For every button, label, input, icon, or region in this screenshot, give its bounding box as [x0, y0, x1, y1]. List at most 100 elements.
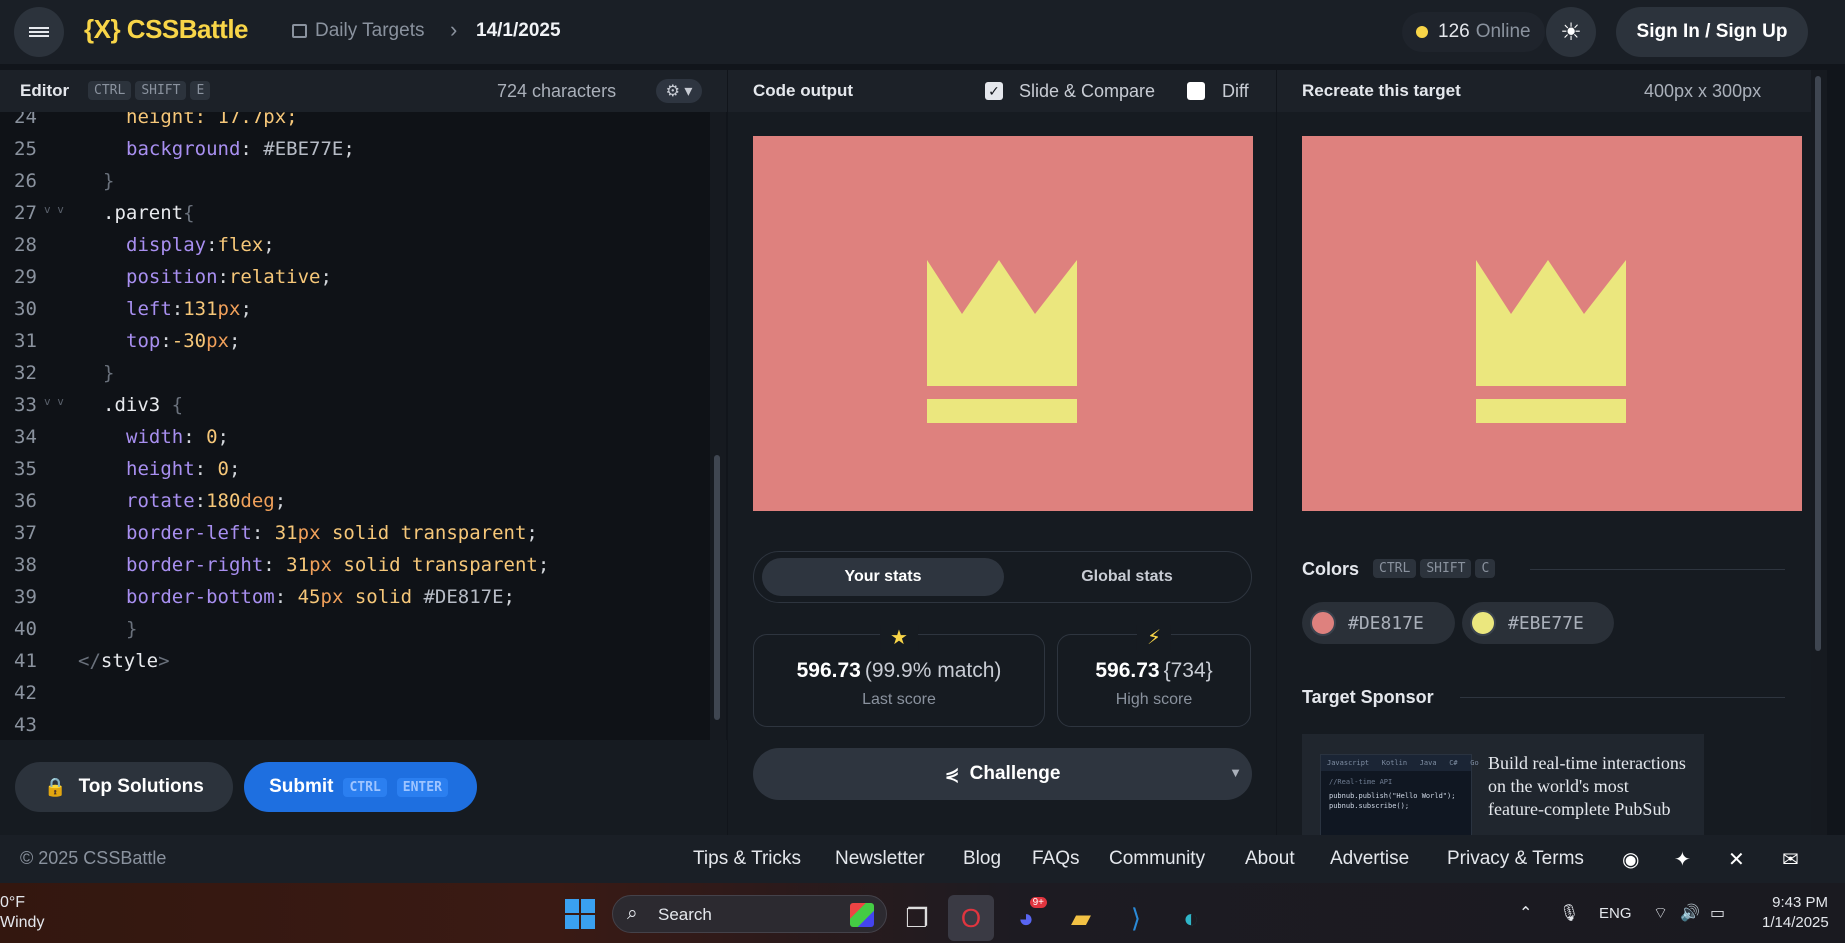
- sponsor-card[interactable]: Javascript Kotlin Java C# Go //Real-time…: [1302, 734, 1704, 835]
- gear-icon: ⚙ ▾: [665, 83, 693, 100]
- task-view-icon[interactable]: ❐: [894, 895, 940, 941]
- tab-your-stats[interactable]: Your stats: [762, 558, 1004, 596]
- code-line[interactable]: 29 position:relative;: [0, 261, 710, 293]
- output-canvas[interactable]: [753, 136, 1253, 511]
- slide-compare-label[interactable]: Slide & Compare: [1019, 81, 1155, 102]
- color-dot-icon: [1470, 610, 1496, 636]
- code-line[interactable]: 33 v v .div3 {: [0, 389, 710, 421]
- tab-global-stats[interactable]: Global stats: [1008, 558, 1246, 596]
- code-line[interactable]: 31 top:-30px;: [0, 325, 710, 357]
- footer-link-blog[interactable]: Blog: [963, 848, 1001, 870]
- battery-icon[interactable]: ▭: [1710, 903, 1725, 923]
- file-explorer-icon[interactable]: ▰: [1058, 895, 1104, 941]
- sponsor-tabs: Javascript Kotlin Java C# Go: [1321, 755, 1479, 771]
- breadcrumb-date: 14/1/2025: [476, 20, 561, 41]
- wifi-icon[interactable]: ⌔: [1653, 903, 1668, 923]
- code-line[interactable]: 39 border-bottom: 45px solid #DE817E;: [0, 581, 710, 613]
- code-text: rotate:180deg;: [126, 490, 287, 512]
- code-line[interactable]: 38 border-right: 31px solid transparent;: [0, 549, 710, 581]
- chevron-right-icon: ›: [450, 17, 458, 42]
- microphone-icon[interactable]: 🎙: [1559, 903, 1579, 923]
- line-number: 32: [14, 362, 37, 384]
- footer-link-advertise[interactable]: Advertise: [1330, 848, 1409, 870]
- editor-shortcut: CTRL SHIFT E: [88, 81, 214, 100]
- edge-icon[interactable]: ◐: [1168, 895, 1214, 941]
- fold-icon[interactable]: v v: [44, 395, 64, 408]
- code-line[interactable]: 43: [0, 709, 710, 740]
- code-line[interactable]: 42: [0, 677, 710, 709]
- code-line[interactable]: 34 width: 0;: [0, 421, 710, 453]
- x-icon[interactable]: ✕: [1728, 847, 1745, 872]
- breadcrumb-daily-targets[interactable]: Daily Targets: [315, 20, 424, 42]
- code-line[interactable]: 36 rotate:180deg;: [0, 485, 710, 517]
- windows-start-icon[interactable]: [565, 899, 595, 929]
- footer-link-about[interactable]: About: [1245, 848, 1295, 870]
- chevron-up-icon[interactable]: ⌃: [1519, 903, 1532, 923]
- editor-settings-button[interactable]: ⚙ ▾: [656, 79, 702, 103]
- code-line[interactable]: 35 height: 0;: [0, 453, 710, 485]
- colors-shortcut: CTRL SHIFT C: [1373, 559, 1499, 578]
- challenge-label: Challenge: [969, 763, 1061, 784]
- code-line[interactable]: 30 left:131px;: [0, 293, 710, 325]
- color-swatch-red[interactable]: #DE817E: [1302, 602, 1455, 644]
- code-text: .parent{: [103, 202, 195, 224]
- weather-widget[interactable]: 0°F Windy: [0, 893, 44, 933]
- system-clock[interactable]: 9:43 PM 1/14/2025: [1762, 893, 1829, 933]
- menu-button[interactable]: [14, 7, 64, 57]
- share-icon: ⋞: [944, 763, 960, 784]
- line-number: 31: [14, 330, 37, 352]
- bluesky-icon[interactable]: ✦: [1674, 847, 1691, 872]
- discord-icon[interactable]: ◉: [1622, 847, 1639, 872]
- color-swatch-yellow[interactable]: #EBE77E: [1462, 602, 1614, 644]
- code-line[interactable]: 28 display:flex;: [0, 229, 710, 261]
- taskbar-search[interactable]: ⌕ Search: [612, 895, 887, 933]
- diff-label[interactable]: Diff: [1222, 81, 1249, 102]
- code-line[interactable]: 40}: [0, 613, 710, 645]
- fold-icon[interactable]: v v: [44, 203, 64, 216]
- code-line[interactable]: 26}: [0, 165, 710, 197]
- submit-button[interactable]: Submit CTRL ENTER: [244, 762, 477, 812]
- hamburger-icon: [29, 25, 49, 39]
- signin-button[interactable]: Sign In / Sign Up: [1616, 7, 1808, 57]
- code-line[interactable]: 25 background: #EBE77E;: [0, 133, 710, 165]
- code-editor[interactable]: 24 height: 17.7px; 25 background: #EBE77E; 2…: [0, 112, 710, 740]
- code-line[interactable]: 32}: [0, 357, 710, 389]
- footer-link-newsletter[interactable]: Newsletter: [835, 848, 925, 870]
- high-score-label: High score: [1115, 691, 1193, 708]
- last-score-match: (99.9% match): [864, 659, 1002, 682]
- volume-icon[interactable]: 🔊: [1680, 903, 1700, 923]
- color-hex: #EBE77E: [1508, 612, 1584, 634]
- opera-icon[interactable]: O: [948, 895, 994, 941]
- footer-link-community[interactable]: Community: [1109, 848, 1205, 870]
- kbd-key: C: [1475, 559, 1496, 578]
- code-line[interactable]: 41 </style>: [0, 645, 710, 677]
- stats-tabs: Your stats Global stats: [753, 551, 1252, 603]
- footer-link-faqs[interactable]: FAQs: [1032, 848, 1080, 870]
- theme-toggle-button[interactable]: ☀: [1546, 7, 1596, 57]
- code-line[interactable]: 37 border-left: 31px solid transparent;: [0, 517, 710, 549]
- footer-link-privacy[interactable]: Privacy & Terms: [1447, 848, 1584, 870]
- discord-app-icon[interactable]: ◕ 9+: [1003, 895, 1049, 941]
- footer-link-tips[interactable]: Tips & Tricks: [693, 848, 801, 870]
- logo[interactable]: {X} CSSBattle: [84, 14, 249, 45]
- notification-badge: 9+: [1029, 897, 1047, 908]
- slide-compare-checkbox[interactable]: ✓: [985, 82, 1003, 100]
- code-line[interactable]: 27 v v .parent{: [0, 197, 710, 229]
- challenge-button[interactable]: ⋞ Challenge ▼: [753, 748, 1252, 800]
- character-count: 724 characters: [497, 81, 617, 101]
- code-text: position:relative;: [126, 266, 332, 288]
- target-canvas: [1302, 136, 1802, 511]
- code-scrollbar-thumb[interactable]: [714, 455, 720, 720]
- sun-icon: ☀: [1560, 18, 1582, 46]
- vscode-icon[interactable]: ⟩: [1113, 895, 1159, 941]
- mail-icon[interactable]: ✉: [1782, 847, 1799, 872]
- right-scrollbar-thumb[interactable]: [1815, 76, 1821, 651]
- line-number: 39: [14, 586, 37, 608]
- diff-checkbox[interactable]: [1187, 82, 1205, 100]
- language-indicator[interactable]: ENG: [1599, 905, 1632, 922]
- top-solutions-button[interactable]: 🔒 Top Solutions: [15, 762, 233, 812]
- caret-down-icon[interactable]: ▼: [1229, 765, 1242, 780]
- line-number: 28: [14, 234, 37, 256]
- code-line[interactable]: 24 height: 17.7px;: [0, 112, 710, 133]
- code-text: width: 0;: [126, 426, 229, 448]
